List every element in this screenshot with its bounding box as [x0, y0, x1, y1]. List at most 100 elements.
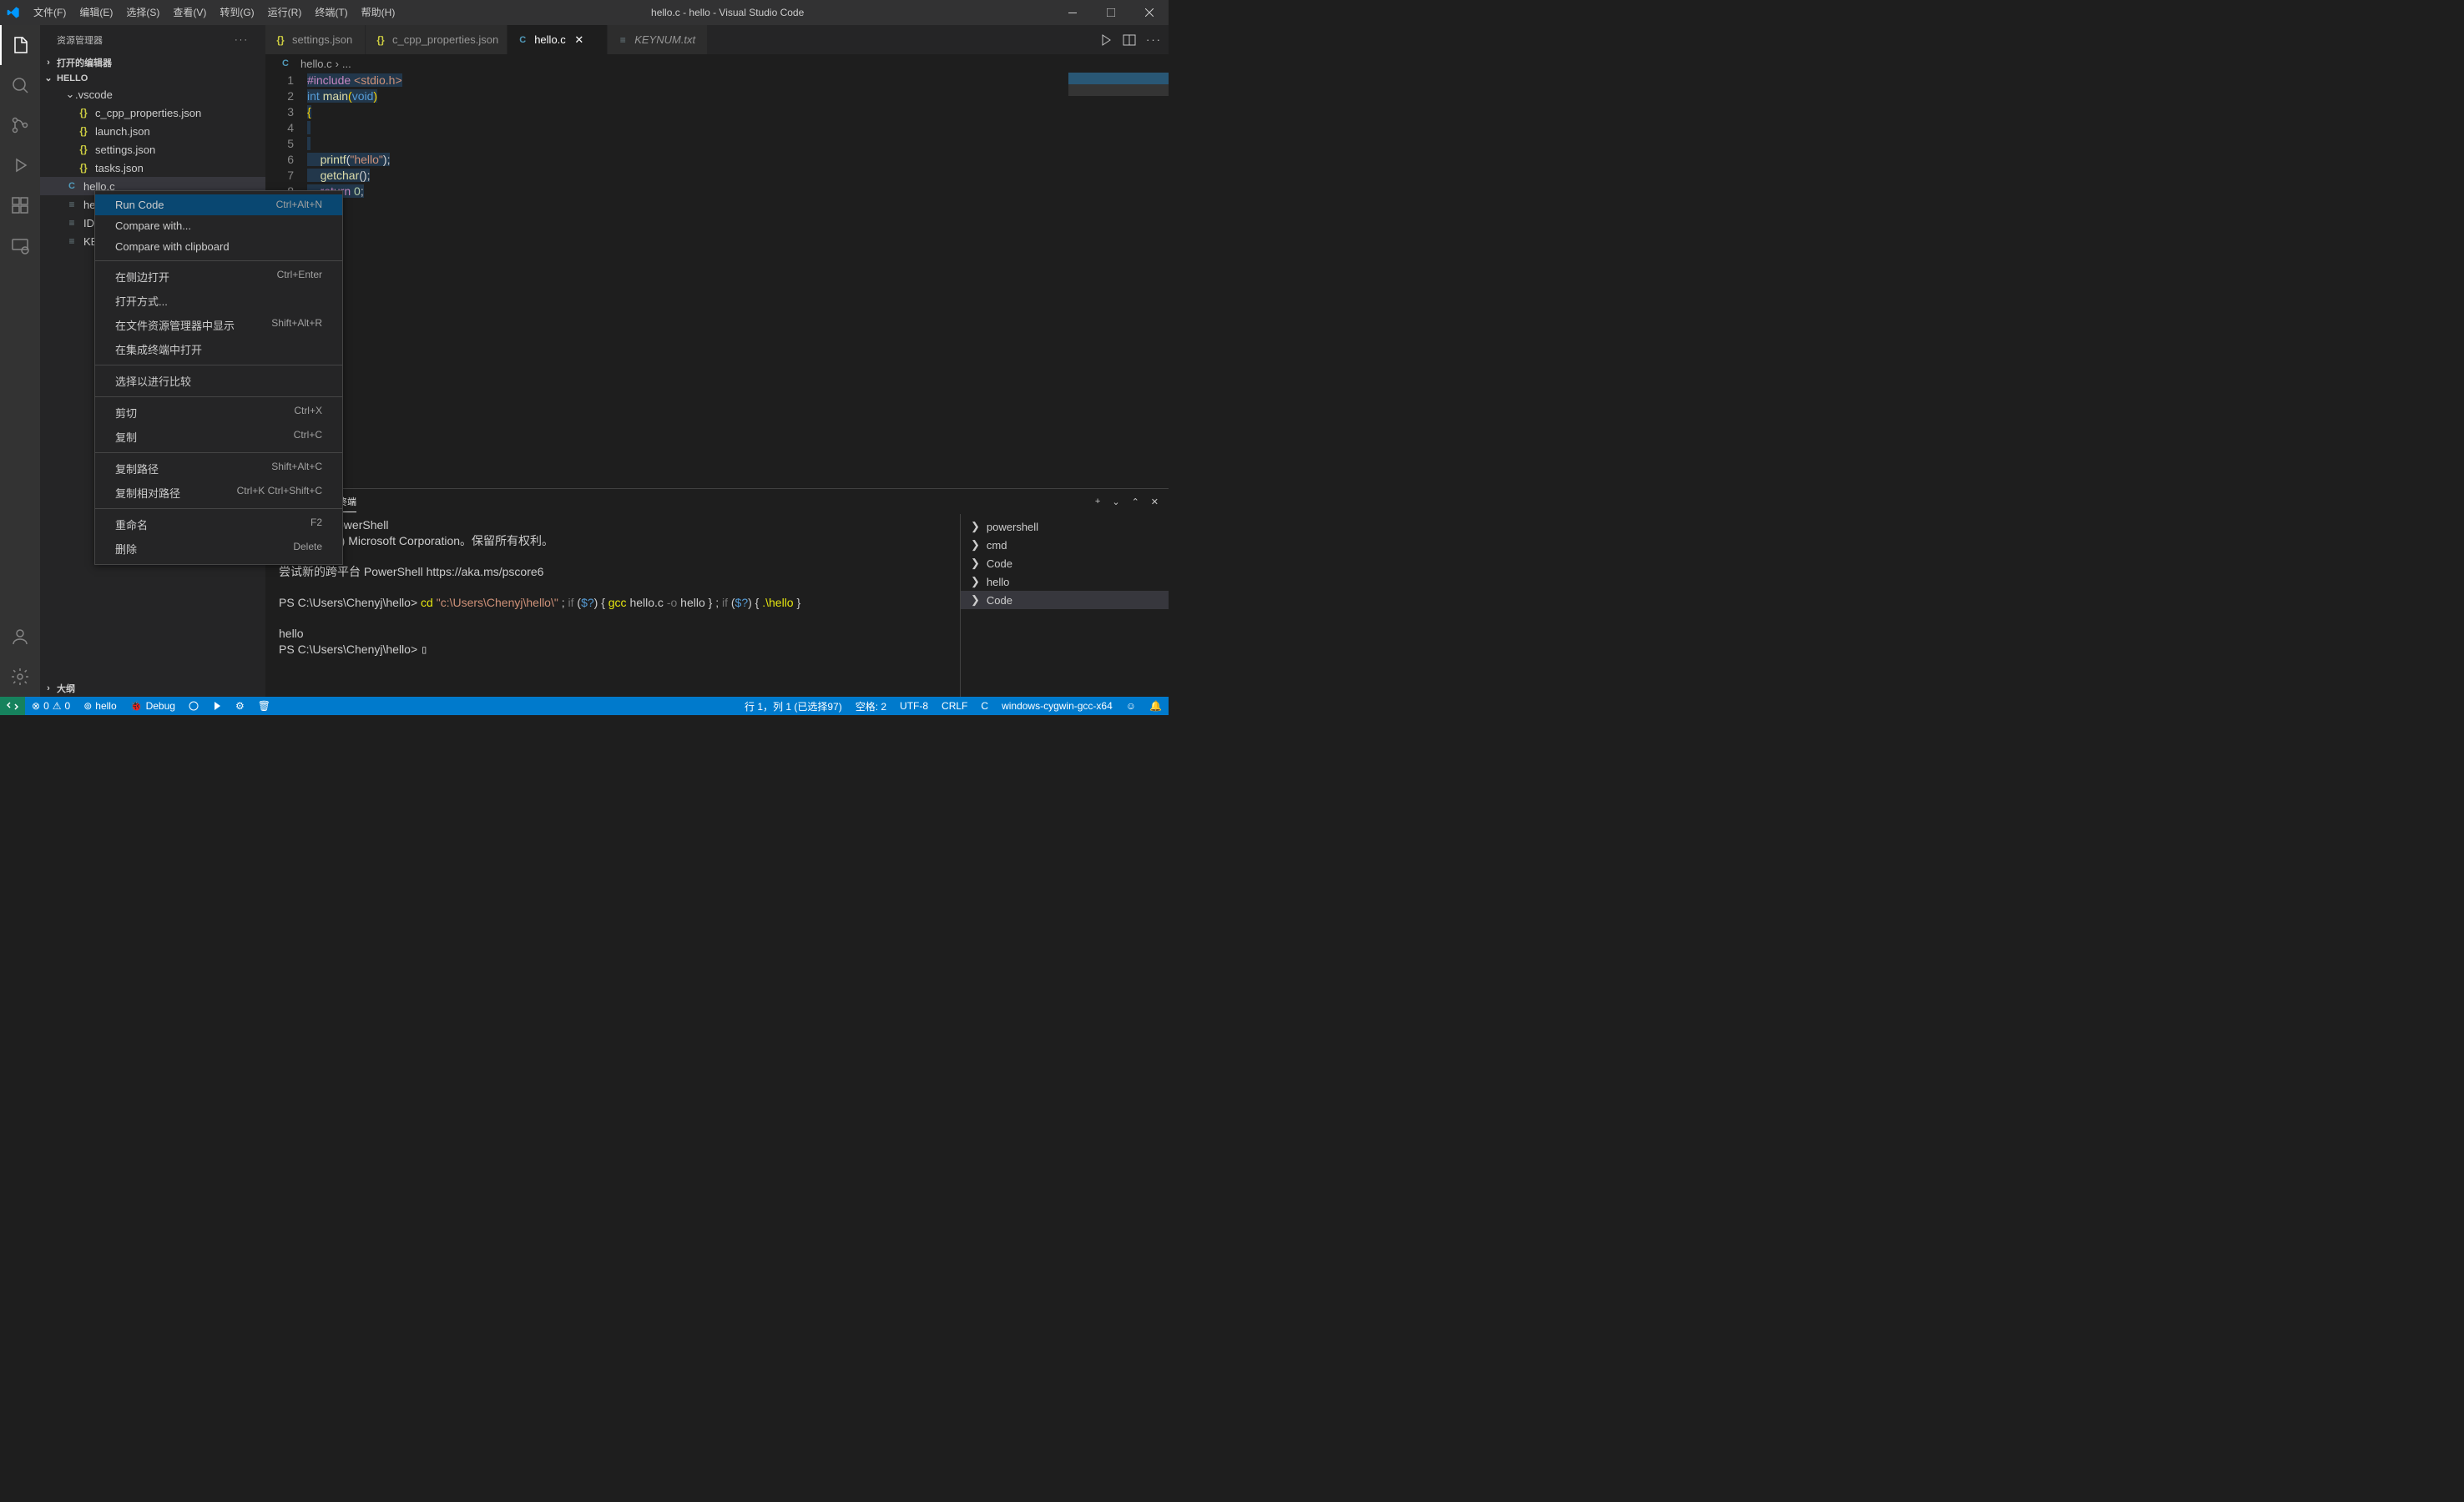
status-problems[interactable]: ⊗0⚠0 — [25, 697, 77, 715]
activity-extensions[interactable] — [0, 185, 40, 225]
file-tasks[interactable]: {}tasks.json — [40, 159, 265, 177]
menu-edit[interactable]: 编辑(E) — [73, 0, 119, 25]
terminal-item-code-2[interactable]: ❯Code — [961, 591, 1169, 609]
code-editor[interactable]: 12345678 #include <stdio.h> int main(voi… — [265, 73, 1169, 488]
file-cpp-properties[interactable]: {}c_cpp_properties.json — [40, 103, 265, 122]
status-remote[interactable] — [0, 697, 25, 715]
panel: 调试控制台 终端 + ⌄ ⌃ ✕ Windows PowerShell 版权所有… — [265, 488, 1169, 697]
context-menu-item[interactable]: 复制路径Shift+Alt+C — [95, 456, 342, 481]
status-encoding[interactable]: UTF-8 — [893, 697, 935, 715]
terminal-icon: ❯ — [971, 575, 980, 588]
status-eol[interactable]: CRLF — [935, 697, 974, 715]
tab-hello-c[interactable]: Chello.c✕ — [507, 25, 608, 54]
statusbar: ⊗0⚠0 ⊚hello 🐞Debug ⚙ 🗑 行 1，列 1 (已选择97) 空… — [0, 697, 1169, 715]
new-terminal-icon[interactable]: + — [1095, 496, 1100, 507]
window-title: hello.c - hello - Visual Studio Code — [401, 7, 1053, 18]
context-menu: Run CodeCtrl+Alt+NCompare with...Compare… — [94, 190, 343, 565]
section-outline[interactable]: ›大纲 — [40, 680, 265, 697]
menu-terminal[interactable]: 终端(T) — [308, 0, 354, 25]
breadcrumb[interactable]: C hello.c › ... — [265, 54, 1169, 73]
section-open-editors[interactable]: ›打开的编辑器 — [40, 54, 265, 71]
status-run[interactable] — [182, 697, 205, 715]
context-menu-separator — [95, 452, 342, 453]
vscode-logo-icon — [7, 6, 20, 19]
status-bell[interactable]: 🔔 — [1143, 697, 1169, 715]
section-project[interactable]: ⌄HELLO — [40, 71, 265, 85]
context-menu-item[interactable]: 打开方式... — [95, 289, 342, 313]
run-icon[interactable] — [1099, 33, 1113, 47]
context-menu-separator — [95, 260, 342, 261]
terminal-icon: ❯ — [971, 538, 980, 552]
activity-scm[interactable] — [0, 105, 40, 145]
terminal-icon: ❯ — [971, 557, 980, 570]
status-trash[interactable]: 🗑 — [251, 697, 277, 715]
status-cursor[interactable]: 行 1，列 1 (已选择97) — [738, 697, 849, 715]
terminal-item-cmd[interactable]: ❯cmd — [961, 536, 1169, 554]
context-menu-item[interactable]: Compare with clipboard — [95, 236, 342, 257]
minimize-button[interactable] — [1053, 0, 1092, 25]
menu-go[interactable]: 转到(G) — [213, 0, 260, 25]
context-menu-item[interactable]: 剪切Ctrl+X — [95, 401, 342, 425]
activity-explorer[interactable] — [0, 25, 40, 65]
activitybar — [0, 25, 40, 697]
context-menu-item[interactable]: 重命名F2 — [95, 512, 342, 537]
radio-tower-icon: ⊚ — [83, 700, 92, 712]
sidebar-title: 资源管理器 — [57, 33, 103, 47]
close-button[interactable] — [1130, 0, 1169, 25]
activity-account[interactable] — [0, 617, 40, 657]
terminal-icon: ❯ — [971, 520, 980, 533]
status-gear[interactable]: ⚙ — [229, 697, 251, 715]
file-launch[interactable]: {}launch.json — [40, 122, 265, 140]
context-menu-item[interactable]: Compare with... — [95, 215, 342, 236]
status-compiler[interactable]: windows-cygwin-gcc-x64 — [995, 697, 1119, 715]
terminal-list: ❯powershell ❯cmd ❯Code ❯hello ❯Code — [960, 514, 1169, 697]
bug-icon: 🐞 — [130, 700, 143, 712]
menu-view[interactable]: 查看(V) — [166, 0, 213, 25]
editor-more-icon[interactable]: ··· — [1146, 33, 1162, 46]
status-feedback[interactable]: ☺ — [1119, 697, 1143, 715]
context-menu-item[interactable]: 在集成终端中打开 — [95, 337, 342, 361]
status-lang[interactable]: C — [974, 697, 995, 715]
sidebar-more-icon[interactable]: ··· — [235, 35, 249, 45]
split-editor-icon[interactable] — [1123, 33, 1136, 47]
activity-settings[interactable] — [0, 657, 40, 697]
panel-maximize-icon[interactable]: ⌃ — [1132, 496, 1139, 507]
status-build-target[interactable]: ⊚hello — [77, 697, 123, 715]
folder-vscode[interactable]: ⌄.vscode — [40, 85, 265, 103]
terminal-dropdown-icon[interactable]: ⌄ — [1112, 496, 1119, 507]
status-debug[interactable]: 🐞Debug — [124, 697, 182, 715]
activity-debug[interactable] — [0, 145, 40, 185]
status-indent[interactable]: 空格: 2 — [849, 697, 893, 715]
menu-run[interactable]: 运行(R) — [261, 0, 309, 25]
status-play[interactable] — [205, 697, 229, 715]
context-menu-item[interactable]: 选择以进行比较 — [95, 369, 342, 393]
maximize-button[interactable] — [1092, 0, 1130, 25]
activity-search[interactable] — [0, 65, 40, 105]
context-menu-separator — [95, 508, 342, 509]
context-menu-separator — [95, 396, 342, 397]
activity-remote[interactable] — [0, 225, 40, 265]
context-menu-item[interactable]: 在侧边打开Ctrl+Enter — [95, 265, 342, 289]
menu-selection[interactable]: 选择(S) — [119, 0, 166, 25]
editor-tabs: {}settings.json {}c_cpp_properties.json … — [265, 25, 1169, 54]
context-menu-item[interactable]: Run CodeCtrl+Alt+N — [95, 194, 342, 215]
context-menu-item[interactable]: 删除Delete — [95, 537, 342, 561]
menu-file[interactable]: 文件(F) — [27, 0, 73, 25]
terminal-output[interactable]: Windows PowerShell 版权所有 (C) Microsoft Co… — [265, 514, 960, 697]
context-menu-item[interactable]: 复制Ctrl+C — [95, 425, 342, 449]
terminal-item-hello[interactable]: ❯hello — [961, 572, 1169, 591]
tab-settings[interactable]: {}settings.json — [265, 25, 366, 54]
context-menu-item[interactable]: 在文件资源管理器中显示Shift+Alt+R — [95, 313, 342, 337]
context-menu-item[interactable]: 复制相对路径Ctrl+K Ctrl+Shift+C — [95, 481, 342, 505]
tab-keynum[interactable]: ≡KEYNUM.txt — [608, 25, 708, 54]
tab-cpp-props[interactable]: {}c_cpp_properties.json — [366, 25, 507, 54]
terminal-item-code-1[interactable]: ❯Code — [961, 554, 1169, 572]
menubar: 文件(F) 编辑(E) 选择(S) 查看(V) 转到(G) 运行(R) 终端(T… — [27, 0, 401, 25]
minimap[interactable] — [1068, 73, 1169, 488]
menu-help[interactable]: 帮助(H) — [355, 0, 402, 25]
close-tab-icon[interactable]: ✕ — [573, 33, 586, 47]
terminal-item-powershell[interactable]: ❯powershell — [961, 517, 1169, 536]
c-file-icon: C — [279, 57, 292, 70]
panel-close-icon[interactable]: ✕ — [1151, 496, 1159, 507]
file-settings[interactable]: {}settings.json — [40, 140, 265, 159]
